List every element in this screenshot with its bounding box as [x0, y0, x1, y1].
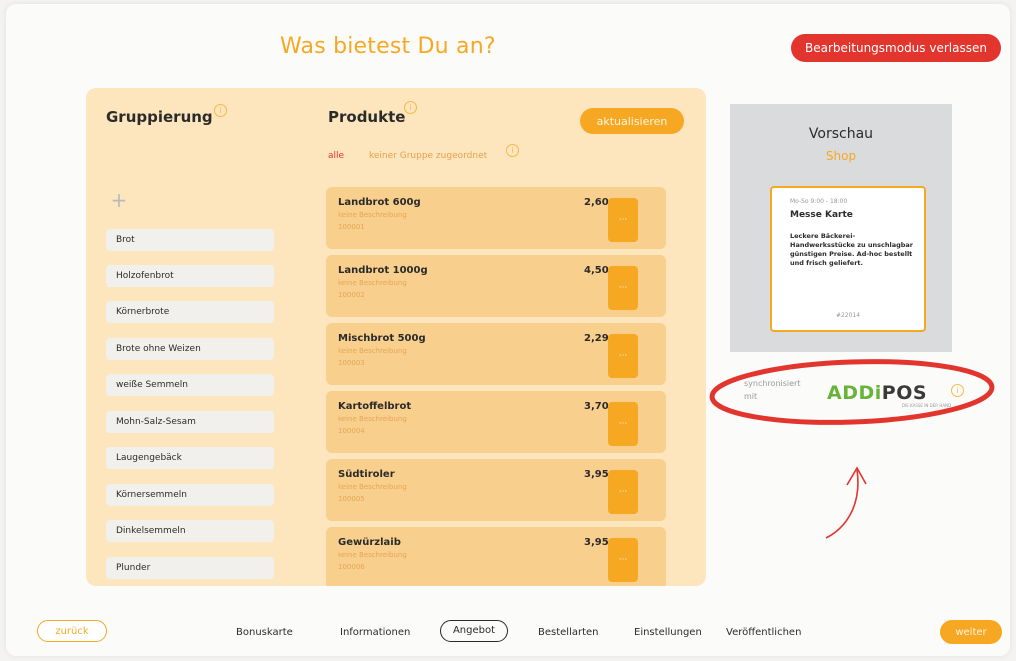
group-item[interactable]: Holzofenbrot	[106, 265, 274, 287]
preview-title: Vorschau	[808, 126, 874, 142]
back-button[interactable]: zurück	[37, 620, 107, 642]
addipos-tagline: DIE KASSE IN DER HAND	[902, 403, 952, 408]
filter-all-link[interactable]: alle	[328, 151, 344, 161]
sync-label-line2: mit	[744, 392, 758, 401]
nav-angebot[interactable]: Angebot	[440, 620, 508, 642]
product-card[interactable]: Kartoffelbrot keine Beschreibung 100004 …	[326, 391, 666, 453]
product-card[interactable]: Landbrot 600g keine Beschreibung 100001 …	[326, 187, 666, 249]
preview-subtitle: Shop	[825, 149, 857, 163]
sync-label: synchronisiert mit	[744, 377, 800, 403]
product-description: keine Beschreibung	[338, 415, 407, 423]
product-name: Mischbrot 500g	[338, 333, 426, 344]
groups-heading: Gruppierung	[106, 108, 213, 126]
sync-label-line1: synchronisiert	[744, 379, 801, 388]
product-id: 100001	[338, 223, 365, 231]
exit-edit-mode-button[interactable]: Bearbeitungsmodus verlassen	[791, 34, 1001, 62]
product-card[interactable]: Landbrot 1000g keine Beschreibung 100002…	[326, 255, 666, 317]
group-item[interactable]: Laugengebäck	[106, 447, 274, 469]
addipos-logo: ADDiPOS	[827, 382, 927, 404]
group-item[interactable]: Brot	[106, 229, 274, 251]
group-item[interactable]: Körnersemmeln	[106, 484, 274, 506]
product-description: keine Beschreibung	[338, 347, 407, 355]
product-name: Gewürzlaib	[338, 537, 401, 548]
nav-bonuskarte[interactable]: Bonuskarte	[236, 627, 293, 638]
product-edit-button[interactable]: ···	[608, 402, 638, 446]
info-icon[interactable]: i	[404, 101, 417, 114]
group-item[interactable]: Mohn-Salz-Sesam	[106, 411, 274, 433]
addipos-logo-add: ADDi	[827, 382, 882, 404]
group-item[interactable]: Brote ohne Weizen	[106, 338, 274, 360]
product-name: Kartoffelbrot	[338, 401, 412, 412]
group-item[interactable]: Plunder	[106, 557, 274, 579]
filter-ungrouped-link[interactable]: keiner Gruppe zugeordnet	[369, 151, 487, 161]
product-name: Landbrot 600g	[338, 197, 421, 208]
group-item[interactable]: weiße Semmeln	[106, 374, 274, 396]
product-edit-button[interactable]: ···	[608, 538, 638, 582]
card-title: Messe Karte	[790, 210, 853, 220]
nav-einstellungen[interactable]: Einstellungen	[634, 627, 702, 638]
product-edit-button[interactable]: ···	[608, 266, 638, 310]
info-icon[interactable]: i	[506, 144, 519, 157]
product-id: 100004	[338, 427, 365, 435]
info-icon[interactable]: i	[951, 384, 964, 397]
offer-panel: Gruppierung i Produkte i aktualisieren a…	[86, 88, 706, 586]
product-id: 100005	[338, 495, 365, 503]
nav-informationen[interactable]: Informationen	[340, 627, 410, 638]
plus-icon[interactable]: +	[108, 190, 130, 212]
product-edit-button[interactable]: ···	[608, 334, 638, 378]
group-item[interactable]: Körnerbrote	[106, 301, 274, 323]
product-name: Südtiroler	[338, 469, 395, 480]
product-id: 100006	[338, 563, 365, 571]
next-button[interactable]: weiter	[940, 620, 1002, 644]
product-card[interactable]: Südtiroler keine Beschreibung 100005 3,9…	[326, 459, 666, 521]
products-heading: Produkte	[328, 108, 406, 126]
page-title: Was bietest Du an?	[280, 34, 496, 59]
shop-preview: Vorschau Shop Mo-So 9:00 - 18:00 Messe K…	[730, 104, 952, 352]
product-card[interactable]: Mischbrot 500g keine Beschreibung 100003…	[326, 323, 666, 385]
card-number: #22014	[835, 312, 861, 319]
product-description: keine Beschreibung	[338, 279, 407, 287]
product-card[interactable]: Gewürzlaib keine Beschreibung 100006 3,9…	[326, 527, 666, 586]
nav-veroeffentlichen[interactable]: Veröffentlichen	[726, 627, 801, 638]
product-id: 100003	[338, 359, 365, 367]
info-icon[interactable]: i	[214, 104, 227, 117]
card-description: Leckere Bäckerei-Handwerksstücke zu unsc…	[790, 232, 913, 267]
product-description: keine Beschreibung	[338, 211, 407, 219]
addipos-logo-pos: POS	[881, 382, 928, 404]
card-hours: Mo-So 9:00 - 18:00	[790, 198, 848, 205]
product-edit-button[interactable]: ···	[608, 470, 638, 514]
preview-card[interactable]: Mo-So 9:00 - 18:00 Messe Karte Leckere B…	[770, 186, 926, 332]
group-item[interactable]: Dinkelsemmeln	[106, 520, 274, 542]
product-edit-button[interactable]: ···	[608, 198, 638, 242]
product-description: keine Beschreibung	[338, 551, 407, 559]
refresh-button[interactable]: aktualisieren	[580, 108, 684, 134]
product-name: Landbrot 1000g	[338, 265, 428, 276]
product-id: 100002	[338, 291, 365, 299]
nav-bestellarten[interactable]: Bestellarten	[538, 627, 599, 638]
product-description: keine Beschreibung	[338, 483, 407, 491]
